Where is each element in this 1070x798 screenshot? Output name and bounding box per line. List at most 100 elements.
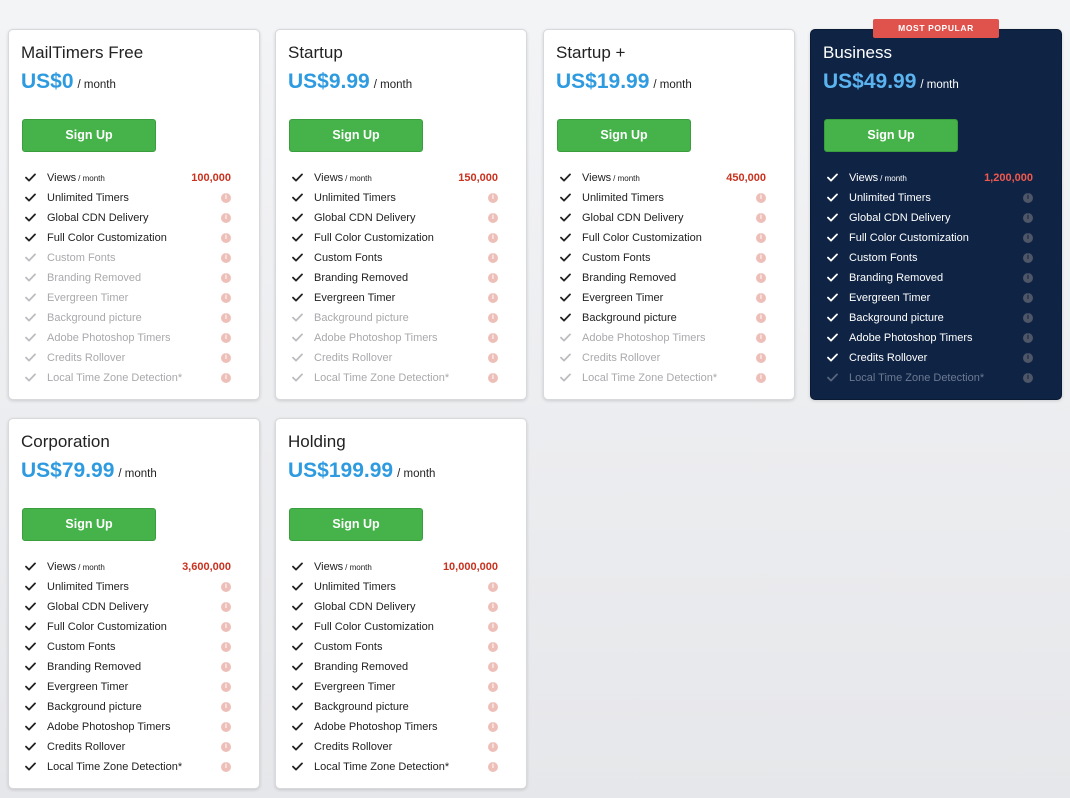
info-icon[interactable]: i <box>221 722 231 732</box>
check-icon <box>292 677 304 697</box>
check-icon <box>560 188 572 208</box>
info-icon[interactable]: i <box>1023 193 1033 203</box>
feature-item: Credits Rollover i <box>290 737 514 757</box>
check-icon <box>560 308 572 328</box>
feature-item: Adobe Photoshop Timers i <box>23 717 247 737</box>
info-icon[interactable]: i <box>1023 333 1033 343</box>
plan-price: US$199.99 <box>288 459 394 482</box>
price-period: / month <box>397 468 436 480</box>
info-icon[interactable]: i <box>488 702 498 712</box>
info-icon[interactable]: i <box>488 762 498 772</box>
check-icon <box>560 328 572 348</box>
feature-item: Views / month 450,000 <box>558 168 782 188</box>
info-icon[interactable]: i <box>488 253 498 263</box>
info-icon[interactable]: i <box>488 233 498 243</box>
info-icon[interactable]: i <box>1023 293 1033 303</box>
info-icon[interactable]: i <box>756 233 766 243</box>
sign-up-button[interactable]: Sign Up <box>557 119 691 152</box>
info-icon[interactable]: i <box>488 742 498 752</box>
info-icon[interactable]: i <box>221 582 231 592</box>
feature-item: Evergreen Timer i <box>290 288 514 308</box>
info-icon[interactable]: i <box>756 213 766 223</box>
info-icon[interactable]: i <box>756 353 766 363</box>
feature-item: Branding Removed i <box>290 657 514 677</box>
sign-up-button[interactable]: Sign Up <box>22 119 156 152</box>
info-icon[interactable]: i <box>221 233 231 243</box>
check-icon <box>292 597 304 617</box>
info-icon[interactable]: i <box>488 193 498 203</box>
info-icon[interactable]: i <box>488 353 498 363</box>
sign-up-button[interactable]: Sign Up <box>289 508 423 541</box>
info-icon[interactable]: i <box>221 193 231 203</box>
feature-label: Global CDN Delivery <box>314 597 415 617</box>
check-icon <box>25 168 37 188</box>
feature-name: Local Time Zone Detection* <box>314 372 450 384</box>
info-icon[interactable]: i <box>221 662 231 672</box>
info-icon[interactable]: i <box>488 682 498 692</box>
info-icon[interactable]: i <box>221 353 231 363</box>
info-icon[interactable]: i <box>756 333 766 343</box>
info-icon[interactable]: i <box>1023 273 1033 283</box>
check-icon <box>25 268 37 288</box>
info-icon[interactable]: i <box>1023 253 1033 263</box>
info-icon[interactable]: i <box>756 193 766 203</box>
info-icon[interactable]: i <box>221 333 231 343</box>
feature-name: Background picture <box>314 701 409 713</box>
sign-up-button[interactable]: Sign Up <box>22 508 156 541</box>
info-icon[interactable]: i <box>221 602 231 612</box>
info-icon[interactable]: i <box>756 273 766 283</box>
info-icon[interactable]: i <box>488 602 498 612</box>
info-icon[interactable]: i <box>488 622 498 632</box>
info-icon[interactable]: i <box>221 293 231 303</box>
info-icon[interactable]: i <box>221 702 231 712</box>
feature-unit: / month <box>78 563 105 572</box>
info-icon[interactable]: i <box>221 253 231 263</box>
info-icon[interactable]: i <box>221 682 231 692</box>
info-icon[interactable]: i <box>488 662 498 672</box>
info-icon[interactable]: i <box>488 582 498 592</box>
info-icon[interactable]: i <box>488 293 498 303</box>
info-icon[interactable]: i <box>488 642 498 652</box>
info-icon[interactable]: i <box>1023 353 1033 363</box>
info-icon[interactable]: i <box>221 622 231 632</box>
feature-item: Custom Fonts i <box>825 248 1049 268</box>
feature-name: Local Time Zone Detection* <box>47 372 183 384</box>
info-icon[interactable]: i <box>488 333 498 343</box>
sign-up-button[interactable]: Sign Up <box>824 119 958 152</box>
info-icon[interactable]: i <box>1023 213 1033 223</box>
info-icon[interactable]: i <box>221 273 231 283</box>
sign-up-button[interactable]: Sign Up <box>289 119 423 152</box>
info-icon[interactable]: i <box>488 273 498 283</box>
feature-name: Branding Removed <box>47 272 142 284</box>
info-icon[interactable]: i <box>1023 313 1033 323</box>
feature-name: Views <box>47 561 77 573</box>
check-icon <box>25 308 37 328</box>
info-icon[interactable]: i <box>488 213 498 223</box>
info-icon[interactable]: i <box>756 293 766 303</box>
feature-name: Unlimited Timers <box>47 192 129 204</box>
feature-label: Full Color Customization <box>582 228 702 248</box>
info-icon[interactable]: i <box>756 373 766 383</box>
info-icon[interactable]: i <box>488 313 498 323</box>
info-icon[interactable]: i <box>221 742 231 752</box>
plan-price: US$19.99 <box>556 70 650 93</box>
check-icon <box>25 328 37 348</box>
info-icon[interactable]: i <box>756 253 766 263</box>
feature-item: Custom Fonts i <box>558 248 782 268</box>
price-period: / month <box>653 79 692 91</box>
info-icon[interactable]: i <box>1023 233 1033 243</box>
check-icon <box>25 248 37 268</box>
info-icon[interactable]: i <box>221 213 231 223</box>
info-icon[interactable]: i <box>221 642 231 652</box>
info-icon[interactable]: i <box>221 762 231 772</box>
info-icon[interactable]: i <box>221 313 231 323</box>
check-icon <box>292 577 304 597</box>
info-icon[interactable]: i <box>488 722 498 732</box>
check-icon <box>25 697 37 717</box>
feature-item: Full Color Customization i <box>290 228 514 248</box>
info-icon[interactable]: i <box>756 313 766 323</box>
info-icon[interactable]: i <box>1023 373 1033 383</box>
price-period: / month <box>373 79 413 91</box>
info-icon[interactable]: i <box>221 373 231 383</box>
info-icon[interactable]: i <box>488 373 498 383</box>
